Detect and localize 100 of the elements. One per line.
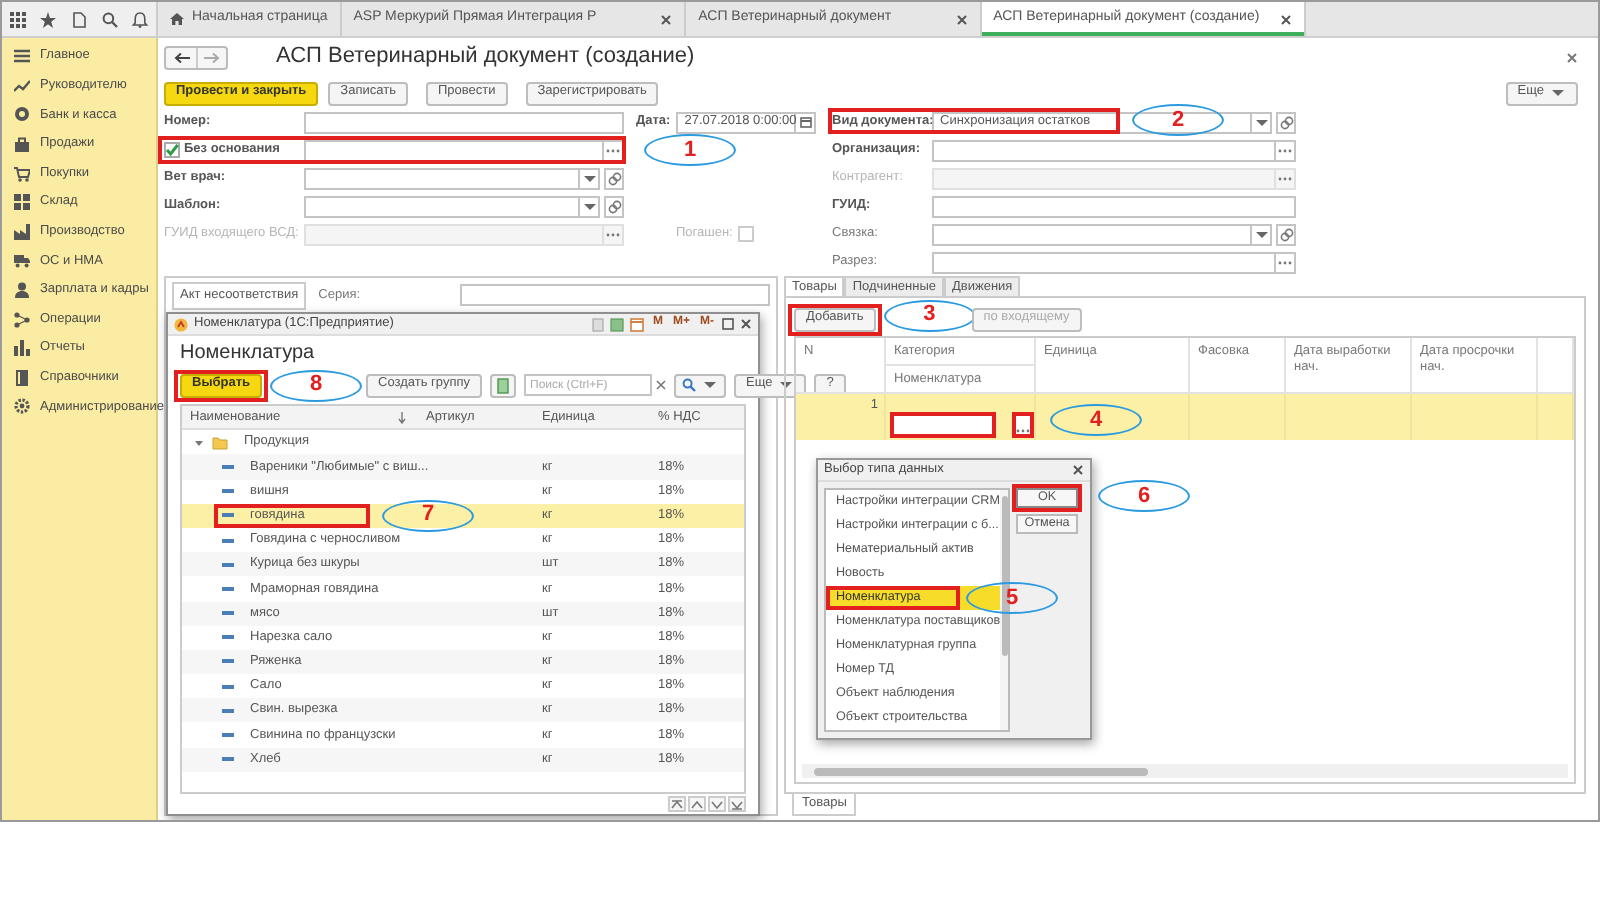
caret-icon — [1550, 86, 1566, 100]
input-field[interactable] — [932, 223, 1252, 245]
clear-icon[interactable] — [656, 380, 666, 390]
choose-button[interactable] — [1012, 412, 1034, 438]
input-field[interactable] — [304, 167, 580, 189]
callout-number: 6 — [1098, 480, 1190, 512]
app-logo-icon — [174, 317, 188, 331]
cart-icon[interactable] — [14, 165, 30, 182]
input-field[interactable] — [932, 195, 1296, 217]
gear-icon[interactable] — [14, 398, 30, 415]
bar-chart-icon[interactable] — [14, 340, 30, 357]
dropdown-button[interactable] — [1252, 223, 1272, 245]
nodes-icon[interactable] — [14, 311, 30, 328]
expand-caret-icon[interactable] — [194, 437, 204, 448]
search-icon[interactable] — [101, 11, 118, 27]
input-field[interactable] — [304, 139, 604, 161]
dash-icon — [222, 683, 234, 690]
home-icon — [170, 12, 184, 26]
apps-grid-icon[interactable] — [9, 11, 26, 27]
input-field[interactable] — [932, 139, 1276, 161]
dash-icon — [222, 707, 234, 714]
bell-icon[interactable] — [132, 11, 149, 27]
caret-icon — [1253, 115, 1269, 129]
calendar-button[interactable] — [796, 111, 817, 133]
open-link-button[interactable] — [604, 167, 624, 189]
document-icon — [496, 377, 510, 393]
scroll-button[interactable] — [728, 796, 746, 812]
star-icon[interactable] — [40, 11, 57, 27]
close-icon[interactable] — [740, 318, 752, 330]
window-title: АСП Ветеринарный документ (создание) — [276, 44, 695, 72]
document-icon[interactable] — [71, 11, 86, 27]
input-field[interactable] — [460, 284, 770, 307]
dash-icon — [222, 488, 234, 495]
dash-icon — [222, 634, 234, 641]
choose-button[interactable] — [1276, 251, 1296, 273]
bag-icon[interactable] — [14, 136, 30, 153]
open-link-button[interactable] — [1276, 111, 1296, 133]
dropdown-button[interactable] — [580, 195, 600, 217]
grid-icon[interactable] — [14, 194, 30, 211]
input-field[interactable] — [304, 111, 624, 133]
callout-number: 1 — [644, 134, 736, 166]
dash-icon — [222, 658, 234, 665]
caret-icon — [778, 378, 795, 392]
dash-icon — [222, 537, 234, 544]
cell-input[interactable] — [890, 412, 996, 438]
scroll-button[interactable] — [668, 796, 686, 812]
last-page-icon — [730, 797, 744, 811]
ellipsis-icon — [1278, 259, 1292, 265]
close-icon[interactable] — [1279, 13, 1292, 25]
dash-icon — [222, 756, 234, 763]
trend-line-icon[interactable] — [14, 77, 30, 94]
horizontal-scrollbar[interactable] — [802, 764, 1568, 778]
dash-icon — [222, 610, 234, 617]
caret-icon — [1253, 227, 1269, 241]
open-link-button[interactable] — [604, 195, 624, 217]
search-button[interactable] — [674, 373, 726, 397]
folder-icon — [212, 435, 228, 450]
scroll-button[interactable] — [708, 796, 726, 812]
open-link-button[interactable] — [1276, 223, 1296, 245]
callout-number: 4 — [1050, 404, 1142, 436]
book-icon[interactable] — [14, 369, 30, 386]
ellipsis-icon — [606, 231, 620, 237]
ellipsis-icon — [1278, 147, 1292, 153]
back-arrow-icon[interactable] — [173, 52, 189, 64]
dash-icon — [222, 561, 234, 568]
coin-icon[interactable] — [14, 106, 30, 123]
close-icon[interactable] — [1072, 464, 1084, 476]
dropdown-button[interactable] — [580, 167, 600, 189]
vertical-scrollbar[interactable] — [1000, 490, 1008, 730]
dash-icon — [222, 585, 234, 592]
ellipsis-icon — [1016, 428, 1030, 434]
callout-number: 7 — [382, 499, 474, 532]
dropdown-button[interactable] — [1252, 111, 1272, 133]
callout-number: 2 — [1132, 104, 1224, 136]
highlight-frame — [174, 369, 269, 401]
callout-number: 8 — [270, 369, 363, 401]
close-icon[interactable] — [955, 13, 968, 25]
highlight-frame — [1012, 484, 1082, 512]
ellipsis-icon — [1278, 175, 1292, 181]
input-field[interactable] — [932, 251, 1276, 273]
truck-icon[interactable] — [14, 252, 30, 269]
checkbox[interactable] — [164, 142, 180, 158]
close-icon[interactable] — [1566, 52, 1578, 64]
dash-icon — [222, 512, 234, 519]
person-icon[interactable] — [14, 282, 30, 299]
maximize-icon[interactable] — [722, 318, 734, 330]
sort-arrow-icon — [398, 411, 406, 424]
input-field[interactable] — [304, 195, 580, 217]
first-page-icon — [670, 797, 684, 811]
factory-icon[interactable] — [14, 223, 30, 240]
caret-icon — [702, 378, 718, 392]
search-icon — [682, 378, 696, 392]
choose-button[interactable] — [1276, 139, 1296, 161]
close-icon[interactable] — [660, 13, 673, 25]
highlight-frame — [826, 586, 960, 610]
window-heading: Номенклатура — [178, 340, 317, 368]
scroll-button[interactable] — [688, 796, 706, 812]
menu-lines-icon[interactable] — [14, 48, 30, 65]
copy-button[interactable] — [490, 373, 516, 397]
ellipsis-icon — [606, 147, 620, 153]
